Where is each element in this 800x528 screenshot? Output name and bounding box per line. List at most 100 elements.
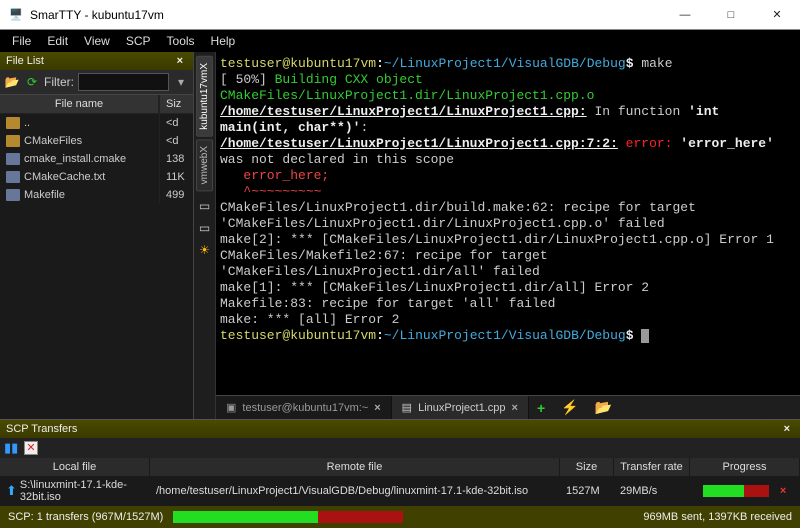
open-folder-icon[interactable]: 📂 (4, 74, 20, 90)
sun-icon[interactable]: ☀ (199, 243, 210, 257)
cancel-all-icon[interactable] (24, 441, 38, 455)
file-size: 11K (159, 168, 193, 186)
col-remote[interactable]: Remote file (150, 458, 560, 476)
transfer-row[interactable]: ⬆S:\linuxmint-17.1-kde-32bit.iso /home/t… (0, 476, 800, 506)
file-name: CMakeFiles (24, 135, 82, 147)
scp-panel: SCP Transfers × ▮▮ Local file Remote fil… (0, 419, 800, 506)
term-line: In function (587, 104, 688, 119)
terminal-icon: ▣ (226, 401, 236, 414)
file-list-panel: File List × 📂 ⟳ Filter: ▾ File name Siz … (0, 52, 194, 419)
menu-bar: File Edit View SCP Tools Help (0, 30, 800, 52)
terminal-tabs: ▣ testuser@kubuntu17vm:~ × ▤ LinuxProjec… (216, 395, 800, 419)
main-area: File List × 📂 ⟳ Filter: ▾ File name Siz … (0, 52, 800, 419)
menu-file[interactable]: File (4, 32, 39, 50)
file-list-toolbar: 📂 ⟳ Filter: ▾ (0, 70, 193, 95)
filter-input[interactable] (78, 73, 169, 91)
col-rate[interactable]: Transfer rate (614, 458, 690, 476)
scp-title-text: SCP Transfers (6, 423, 77, 435)
open-icon[interactable]: 📂 (587, 399, 620, 416)
term-line: make[1]: *** [CMakeFiles/LinuxProject1.d… (220, 280, 649, 295)
cursor (641, 329, 649, 343)
transfer-progress: × (690, 482, 800, 500)
refresh-icon[interactable]: ⟳ (24, 74, 40, 90)
tab-file[interactable]: ▤ LinuxProject1.cpp × (392, 396, 529, 419)
term-line: make[2]: *** [CMakeFiles/LinuxProject1.d… (220, 232, 774, 247)
terminal-output[interactable]: testuser@kubuntu17vm:~/LinuxProject1/Vis… (216, 52, 800, 395)
file-size: <d (159, 114, 193, 132)
close-button[interactable]: ✕ (754, 0, 800, 30)
filter-label: Filter: (44, 75, 74, 89)
prompt-host: kubuntu17vm (290, 328, 376, 343)
file-icon (6, 171, 20, 183)
term-line: /home/testuser/LinuxProject1/LinuxProjec… (220, 104, 587, 119)
col-header-size[interactable]: Siz (159, 95, 193, 113)
prompt-user: testuser (220, 328, 282, 343)
terminal-icon[interactable]: ▭ (199, 221, 210, 235)
scp-toolbar: ▮▮ (0, 438, 800, 458)
terminal-pane: testuser@kubuntu17vm:~/LinuxProject1/Vis… (216, 52, 800, 419)
list-item[interactable]: CMakeCache.txt 11K (0, 168, 193, 186)
terminal-icon[interactable]: ▭ (199, 199, 210, 213)
file-list-close-icon[interactable]: × (173, 55, 187, 67)
file-size: 499 (159, 186, 193, 204)
app-icon: 🖥️ (8, 7, 24, 23)
session-tab[interactable]: vmwebX (196, 139, 213, 191)
term-line: Makefile:83: recipe for target 'all' fai… (220, 296, 555, 311)
upload-icon: ⬆ (6, 483, 17, 499)
cancel-icon[interactable]: × (780, 485, 786, 497)
filter-clear-icon[interactable]: ▾ (173, 74, 189, 90)
file-size: <d (159, 132, 193, 150)
file-list-body: ..<d CMakeFiles <d cmake_install.cmake138… (0, 114, 193, 419)
menu-scp[interactable]: SCP (118, 32, 159, 50)
action-icon[interactable]: ⚡ (553, 399, 586, 416)
tab-label: LinuxProject1.cpp (418, 402, 505, 414)
transfer-rate: 29MB/s (614, 482, 690, 500)
file-list-header: File name Siz (0, 95, 193, 114)
transfer-size: 1527M (560, 482, 614, 500)
menu-help[interactable]: Help (203, 32, 244, 50)
pause-icon[interactable]: ▮▮ (4, 440, 18, 456)
file-size: 138 (159, 150, 193, 168)
col-local[interactable]: Local file (0, 458, 150, 476)
prompt-host: kubuntu17vm (290, 56, 376, 71)
term-line: CMakeFiles/Makefile2:67: recipe for targ… (220, 248, 555, 279)
tab-session[interactable]: ▣ testuser@kubuntu17vm:~ × (216, 396, 392, 419)
status-left: SCP: 1 transfers (967M/1527M) (8, 511, 163, 523)
list-item[interactable]: Makefile 499 (0, 186, 193, 204)
col-prog[interactable]: Progress (690, 458, 800, 476)
panel-close-icon[interactable]: × (780, 423, 794, 435)
list-item[interactable]: cmake_install.cmake138 (0, 150, 193, 168)
term-line: error_here; (220, 168, 329, 183)
session-gutter: kubuntu17vmX vmwebX ▭ ▭ ☀ (194, 52, 216, 419)
list-item[interactable]: CMakeFiles <d (0, 132, 193, 150)
scp-title: SCP Transfers × (0, 420, 800, 438)
new-tab-button[interactable]: + (529, 400, 553, 416)
col-header-name[interactable]: File name (0, 95, 159, 113)
term-line: ^~~~~~~~~~ (220, 184, 321, 199)
scp-header: Local file Remote file Size Transfer rat… (0, 458, 800, 476)
file-icon: ▤ (402, 401, 412, 414)
window-title: SmarTTY - kubuntu17vm (30, 8, 662, 22)
tab-label: testuser@kubuntu17vm:~ (242, 402, 368, 414)
menu-tools[interactable]: Tools (159, 32, 203, 50)
minimize-button[interactable]: — (662, 0, 708, 30)
menu-view[interactable]: View (76, 32, 118, 50)
folder-icon (6, 117, 20, 129)
status-progress-bar (173, 511, 403, 523)
file-name: Makefile (24, 189, 65, 201)
maximize-button[interactable]: □ (708, 0, 754, 30)
close-icon[interactable]: × (374, 402, 380, 414)
term-line: [ 50%] (220, 72, 275, 87)
file-list-title-text: File List (6, 55, 44, 67)
session-tab[interactable]: kubuntu17vmX (196, 56, 213, 137)
list-item[interactable]: ..<d (0, 114, 193, 132)
term-line: /home/testuser/LinuxProject1/LinuxProjec… (220, 136, 618, 151)
folder-icon (6, 135, 20, 147)
menu-edit[interactable]: Edit (39, 32, 76, 50)
close-icon[interactable]: × (512, 402, 518, 414)
col-size[interactable]: Size (560, 458, 614, 476)
progress-bar (703, 485, 769, 497)
status-bar: SCP: 1 transfers (967M/1527M) 969MB sent… (0, 506, 800, 528)
file-name: CMakeCache.txt (24, 171, 105, 183)
term-line: error: (618, 136, 680, 151)
